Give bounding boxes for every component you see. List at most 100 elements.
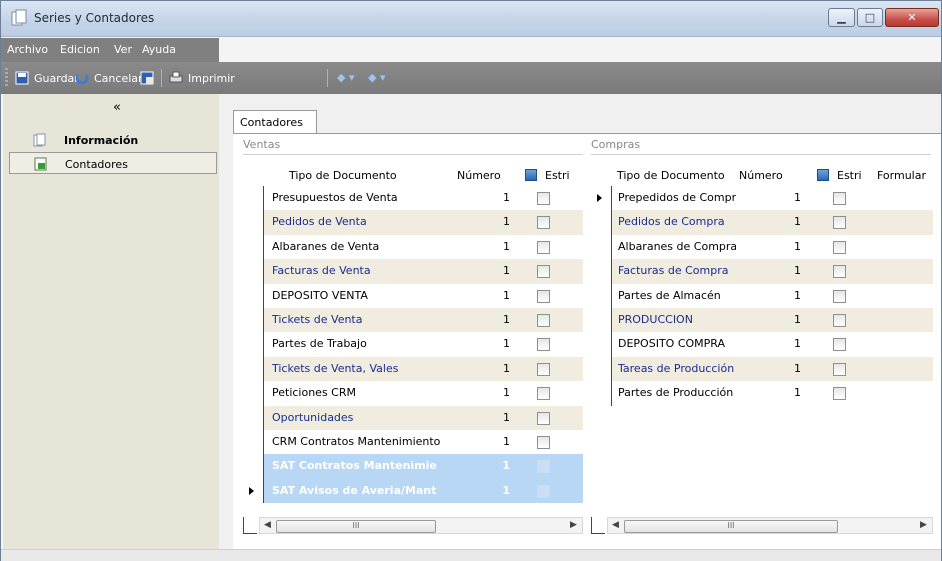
estricto-checkbox[interactable] xyxy=(537,387,550,401)
estricto-checkbox[interactable] xyxy=(537,362,550,376)
row-selector[interactable] xyxy=(243,356,264,382)
row-selector[interactable] xyxy=(591,186,612,211)
estricto-checkbox[interactable] xyxy=(537,314,550,327)
toolbar-gripper[interactable] xyxy=(5,68,8,88)
row-selector[interactable] xyxy=(243,430,264,455)
estricto-checkbox[interactable] xyxy=(833,216,846,230)
row-selector[interactable] xyxy=(243,478,264,504)
estricto-checkbox[interactable] xyxy=(537,289,550,303)
row-selector[interactable] xyxy=(591,381,612,406)
ventas-horizontal-scrollbar[interactable]: ◀ III ▶ xyxy=(243,517,583,534)
header-numero[interactable]: Número xyxy=(739,169,783,182)
numero-cell[interactable]: 1 xyxy=(498,411,510,424)
collapse-sidebar-button[interactable]: « xyxy=(113,100,121,115)
header-estricto-checkbox[interactable] xyxy=(525,169,537,181)
nav-next-dropdown[interactable]: ◆ ▾ xyxy=(368,71,385,84)
table-row[interactable]: Pedidos de Compra 1 xyxy=(591,210,933,235)
scroll-track[interactable]: ◀ III ▶ xyxy=(259,517,583,534)
maximize-button[interactable]: □ xyxy=(857,8,883,27)
header-numero[interactable]: Número xyxy=(457,169,501,182)
tipo-documento-cell[interactable]: CRM Contratos Mantenimiento xyxy=(272,435,452,448)
scroll-track[interactable]: ◀ III ▶ xyxy=(607,517,933,534)
estricto-checkbox[interactable] xyxy=(833,338,846,352)
tipo-documento-cell[interactable]: Albaranes de Compra xyxy=(618,240,736,253)
tipo-documento-cell[interactable]: Oportunidades xyxy=(272,411,452,424)
compras-horizontal-scrollbar[interactable]: ◀ III ▶ xyxy=(591,517,933,534)
tipo-documento-cell[interactable]: Pedidos de Venta xyxy=(272,215,452,228)
scroll-right-icon[interactable]: ▶ xyxy=(570,520,577,530)
scroll-right-icon[interactable]: ▶ xyxy=(920,520,927,530)
table-row[interactable]: Pedidos de Venta 1 xyxy=(243,210,583,235)
estricto-checkbox[interactable] xyxy=(833,314,846,327)
row-selector[interactable] xyxy=(243,234,264,260)
estricto-checkbox[interactable] xyxy=(537,484,550,498)
estricto-checkbox[interactable] xyxy=(833,192,846,205)
tipo-documento-cell[interactable]: SAT Avisos de Averia/Mant xyxy=(272,484,452,497)
save-button[interactable]: Guardar xyxy=(15,71,79,85)
estricto-checkbox[interactable] xyxy=(537,240,550,254)
numero-cell[interactable]: 1 xyxy=(498,337,510,350)
table-row[interactable]: Tareas de Producción 1 xyxy=(591,356,933,382)
table-row[interactable]: SAT Avisos de Averia/Mant 1 xyxy=(243,478,583,504)
numero-cell[interactable]: 1 xyxy=(498,289,510,302)
table-row[interactable]: Partes de Trabajo 1 xyxy=(243,332,583,357)
tipo-documento-cell[interactable]: Facturas de Compra xyxy=(618,264,736,277)
tipo-documento-cell[interactable]: Partes de Producción xyxy=(618,386,736,399)
header-formular[interactable]: Formular xyxy=(877,169,926,182)
table-row[interactable]: Facturas de Compra 1 xyxy=(591,259,933,284)
cancel-button[interactable]: Cancelar xyxy=(75,71,143,85)
numero-cell[interactable]: 1 xyxy=(789,240,801,253)
table-row[interactable]: Peticiones CRM 1 xyxy=(243,381,583,406)
numero-cell[interactable]: 1 xyxy=(498,191,510,204)
scroll-thumb[interactable]: III xyxy=(276,520,436,533)
table-row[interactable]: Albaranes de Compra 1 xyxy=(591,234,933,260)
row-selector[interactable] xyxy=(243,308,264,333)
estricto-checkbox[interactable] xyxy=(537,411,550,425)
header-tipo-documento[interactable]: Tipo de Documento xyxy=(617,169,725,182)
table-row[interactable]: Oportunidades 1 xyxy=(243,405,583,430)
tipo-documento-cell[interactable]: Facturas de Venta xyxy=(272,264,452,277)
numero-cell[interactable]: 1 xyxy=(789,191,801,204)
tipo-documento-cell[interactable]: Partes de Trabajo xyxy=(272,337,452,350)
numero-cell[interactable]: 1 xyxy=(498,264,510,277)
scroll-left-icon[interactable]: ◀ xyxy=(612,520,619,530)
table-row[interactable]: Tickets de Venta 1 xyxy=(243,308,583,333)
scroll-left-icon[interactable]: ◀ xyxy=(264,520,271,530)
tipo-documento-cell[interactable]: Prepedidos de Compr xyxy=(618,191,736,204)
estricto-checkbox[interactable] xyxy=(833,387,846,401)
numero-cell[interactable]: 1 xyxy=(789,362,801,375)
tipo-documento-cell[interactable]: PRODUCCION xyxy=(618,313,736,326)
row-selector[interactable] xyxy=(591,210,612,235)
row-selector[interactable] xyxy=(591,356,612,382)
print-button[interactable]: Imprimir xyxy=(169,71,235,85)
tipo-documento-cell[interactable]: Presupuestos de Venta xyxy=(272,191,452,204)
table-row[interactable]: Presupuestos de Venta 1 xyxy=(243,186,583,211)
table-row[interactable]: Facturas de Venta 1 xyxy=(243,259,583,284)
estricto-checkbox[interactable] xyxy=(537,192,550,205)
save-copy-icon[interactable] xyxy=(140,71,154,85)
numero-cell[interactable]: 1 xyxy=(789,337,801,350)
header-tipo-documento[interactable]: Tipo de Documento xyxy=(289,169,397,182)
table-row[interactable]: DEPOSITO VENTA 1 xyxy=(243,283,583,308)
table-row[interactable]: DEPOSITO COMPRA 1 xyxy=(591,332,933,357)
tipo-documento-cell[interactable]: DEPOSITO COMPRA xyxy=(618,337,736,350)
scroll-thumb[interactable]: III xyxy=(624,520,838,533)
tipo-documento-cell[interactable]: Tareas de Producción xyxy=(618,362,736,375)
tipo-documento-cell[interactable]: Pedidos de Compra xyxy=(618,215,736,228)
numero-cell[interactable]: 1 xyxy=(498,313,510,326)
numero-cell[interactable]: 1 xyxy=(789,313,801,326)
table-row[interactable]: Tickets de Venta, Vales 1 xyxy=(243,356,583,382)
numero-cell[interactable]: 1 xyxy=(498,215,510,228)
table-row[interactable]: PRODUCCION 1 xyxy=(591,308,933,333)
estricto-checkbox[interactable] xyxy=(537,265,550,279)
row-selector[interactable] xyxy=(243,210,264,235)
row-selector[interactable] xyxy=(243,186,264,211)
estricto-checkbox[interactable] xyxy=(537,460,550,474)
row-selector[interactable] xyxy=(243,283,264,308)
numero-cell[interactable]: 1 xyxy=(498,435,510,448)
header-estricto[interactable]: Estri xyxy=(545,169,570,182)
tipo-documento-cell[interactable]: DEPOSITO VENTA xyxy=(272,289,452,302)
numero-cell[interactable]: 1 xyxy=(789,289,801,302)
minimize-button[interactable]: ▁ xyxy=(828,8,855,27)
numero-cell[interactable]: 1 xyxy=(498,240,510,253)
